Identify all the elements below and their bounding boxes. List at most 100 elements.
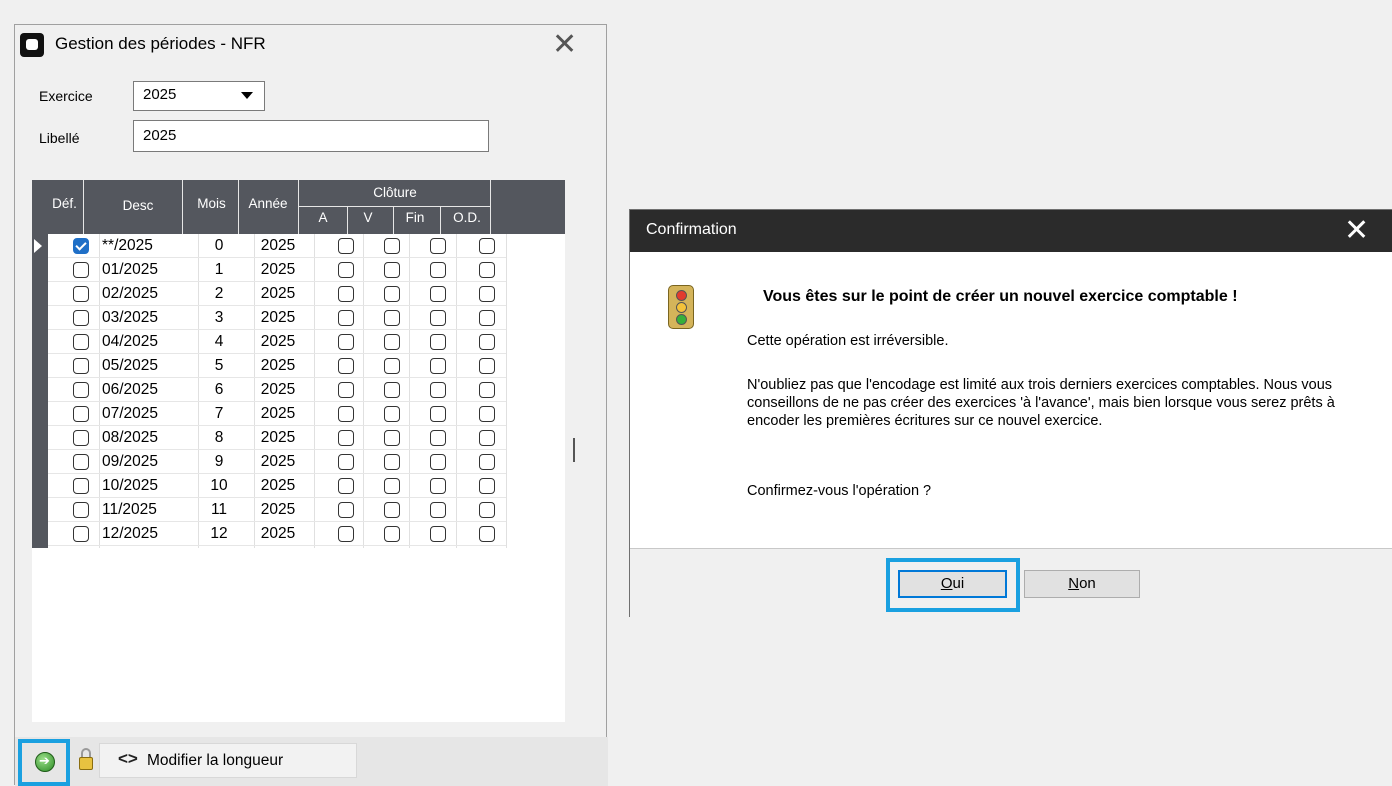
default-checkbox[interactable] (73, 382, 89, 398)
cloture-v-checkbox[interactable] (384, 358, 400, 374)
lock-icon[interactable] (79, 757, 93, 770)
cloture-fin-checkbox[interactable] (430, 358, 446, 374)
default-checkbox[interactable] (73, 454, 89, 470)
cloture-fin-checkbox[interactable] (430, 310, 446, 326)
cloture-v-checkbox[interactable] (384, 238, 400, 254)
default-checkbox[interactable] (73, 502, 89, 518)
vertical-scrollbar[interactable] (565, 180, 582, 722)
cloture-a-checkbox[interactable] (338, 238, 354, 254)
table-row[interactable]: 12/2025 12 2025 (48, 522, 506, 546)
cloture-a-checkbox[interactable] (338, 502, 354, 518)
periods-grid: Déf. Desc Mois Année Clôture A V Fin O.D… (32, 180, 565, 722)
table-row[interactable]: 10/2025 10 2025 (48, 474, 506, 498)
close-icon[interactable]: ✕ (1344, 210, 1369, 252)
table-row[interactable]: 01/2025 1 2025 (48, 258, 506, 282)
cloture-a-checkbox[interactable] (338, 334, 354, 350)
cloture-a-checkbox[interactable] (338, 382, 354, 398)
cloture-a-checkbox[interactable] (338, 286, 354, 302)
default-checkbox[interactable] (73, 238, 89, 254)
cloture-a-checkbox[interactable] (338, 526, 354, 542)
cloture-od-checkbox[interactable] (479, 478, 495, 494)
default-checkbox[interactable] (73, 478, 89, 494)
col-header-od[interactable]: O.D. (442, 210, 492, 225)
col-header-def[interactable]: Déf. (48, 196, 81, 211)
default-checkbox[interactable] (73, 358, 89, 374)
table-row[interactable]: 05/2025 5 2025 (48, 354, 506, 378)
cloture-v-checkbox[interactable] (384, 286, 400, 302)
cloture-v-checkbox[interactable] (384, 334, 400, 350)
cloture-a-checkbox[interactable] (338, 358, 354, 374)
col-header-a[interactable]: A (312, 210, 334, 225)
chevron-down-icon[interactable] (241, 92, 253, 99)
table-row[interactable]: 07/2025 7 2025 (48, 402, 506, 426)
col-header-v[interactable]: V (357, 210, 379, 225)
table-row[interactable]: **/2025 0 2025 (48, 234, 506, 258)
default-checkbox[interactable] (73, 286, 89, 302)
cloture-od-checkbox[interactable] (479, 454, 495, 470)
cloture-a-checkbox[interactable] (338, 310, 354, 326)
period-desc: 01/2025 (102, 261, 159, 278)
table-row[interactable]: 11/2025 11 2025 (48, 498, 506, 522)
cloture-fin-checkbox[interactable] (430, 502, 446, 518)
cloture-v-checkbox[interactable] (384, 406, 400, 422)
cloture-od-checkbox[interactable] (479, 430, 495, 446)
cloture-v-checkbox[interactable] (384, 454, 400, 470)
table-row[interactable]: 09/2025 9 2025 (48, 450, 506, 474)
table-row[interactable]: 06/2025 6 2025 (48, 378, 506, 402)
cloture-v-checkbox[interactable] (384, 382, 400, 398)
non-label-rest: on (1079, 575, 1096, 592)
cloture-od-checkbox[interactable] (479, 526, 495, 542)
col-header-annee[interactable]: Année (238, 196, 298, 211)
col-header-fin[interactable]: Fin (398, 210, 432, 225)
add-period-icon[interactable] (35, 752, 55, 772)
default-checkbox[interactable] (73, 310, 89, 326)
table-row[interactable]: 02/2025 2 2025 (48, 282, 506, 306)
col-header-desc[interactable]: Desc (98, 198, 178, 213)
cloture-fin-checkbox[interactable] (430, 262, 446, 278)
cloture-v-checkbox[interactable] (384, 502, 400, 518)
default-checkbox[interactable] (73, 406, 89, 422)
cloture-a-checkbox[interactable] (338, 430, 354, 446)
cloture-od-checkbox[interactable] (479, 310, 495, 326)
cloture-fin-checkbox[interactable] (430, 286, 446, 302)
cloture-fin-checkbox[interactable] (430, 334, 446, 350)
cloture-od-checkbox[interactable] (479, 382, 495, 398)
cloture-fin-checkbox[interactable] (430, 406, 446, 422)
cloture-fin-checkbox[interactable] (430, 430, 446, 446)
libelle-input[interactable]: 2025 (133, 120, 489, 152)
default-checkbox[interactable] (73, 334, 89, 350)
cloture-fin-checkbox[interactable] (430, 478, 446, 494)
cloture-od-checkbox[interactable] (479, 238, 495, 254)
cloture-a-checkbox[interactable] (338, 478, 354, 494)
cloture-fin-checkbox[interactable] (430, 238, 446, 254)
modify-length-button[interactable]: <> Modifier la longueur (99, 743, 357, 778)
cloture-fin-checkbox[interactable] (430, 382, 446, 398)
default-checkbox[interactable] (73, 526, 89, 542)
cloture-od-checkbox[interactable] (479, 262, 495, 278)
cloture-od-checkbox[interactable] (479, 334, 495, 350)
cloture-fin-checkbox[interactable] (430, 454, 446, 470)
cloture-v-checkbox[interactable] (384, 430, 400, 446)
cloture-v-checkbox[interactable] (384, 310, 400, 326)
table-row[interactable]: 03/2025 3 2025 (48, 306, 506, 330)
cloture-od-checkbox[interactable] (479, 286, 495, 302)
table-row[interactable]: 08/2025 8 2025 (48, 426, 506, 450)
default-checkbox[interactable] (73, 430, 89, 446)
cloture-od-checkbox[interactable] (479, 406, 495, 422)
scrollbar-thumb[interactable] (573, 438, 575, 462)
oui-button[interactable]: Oui (898, 570, 1007, 598)
cloture-v-checkbox[interactable] (384, 478, 400, 494)
table-row[interactable]: 04/2025 4 2025 (48, 330, 506, 354)
cloture-od-checkbox[interactable] (479, 358, 495, 374)
default-checkbox[interactable] (73, 262, 89, 278)
col-header-mois[interactable]: Mois (184, 196, 239, 211)
non-button[interactable]: Non (1024, 570, 1140, 598)
cloture-a-checkbox[interactable] (338, 406, 354, 422)
cloture-od-checkbox[interactable] (479, 502, 495, 518)
cloture-v-checkbox[interactable] (384, 262, 400, 278)
close-icon[interactable]: ✕ (552, 27, 577, 63)
cloture-fin-checkbox[interactable] (430, 526, 446, 542)
cloture-a-checkbox[interactable] (338, 454, 354, 470)
cloture-a-checkbox[interactable] (338, 262, 354, 278)
cloture-v-checkbox[interactable] (384, 526, 400, 542)
